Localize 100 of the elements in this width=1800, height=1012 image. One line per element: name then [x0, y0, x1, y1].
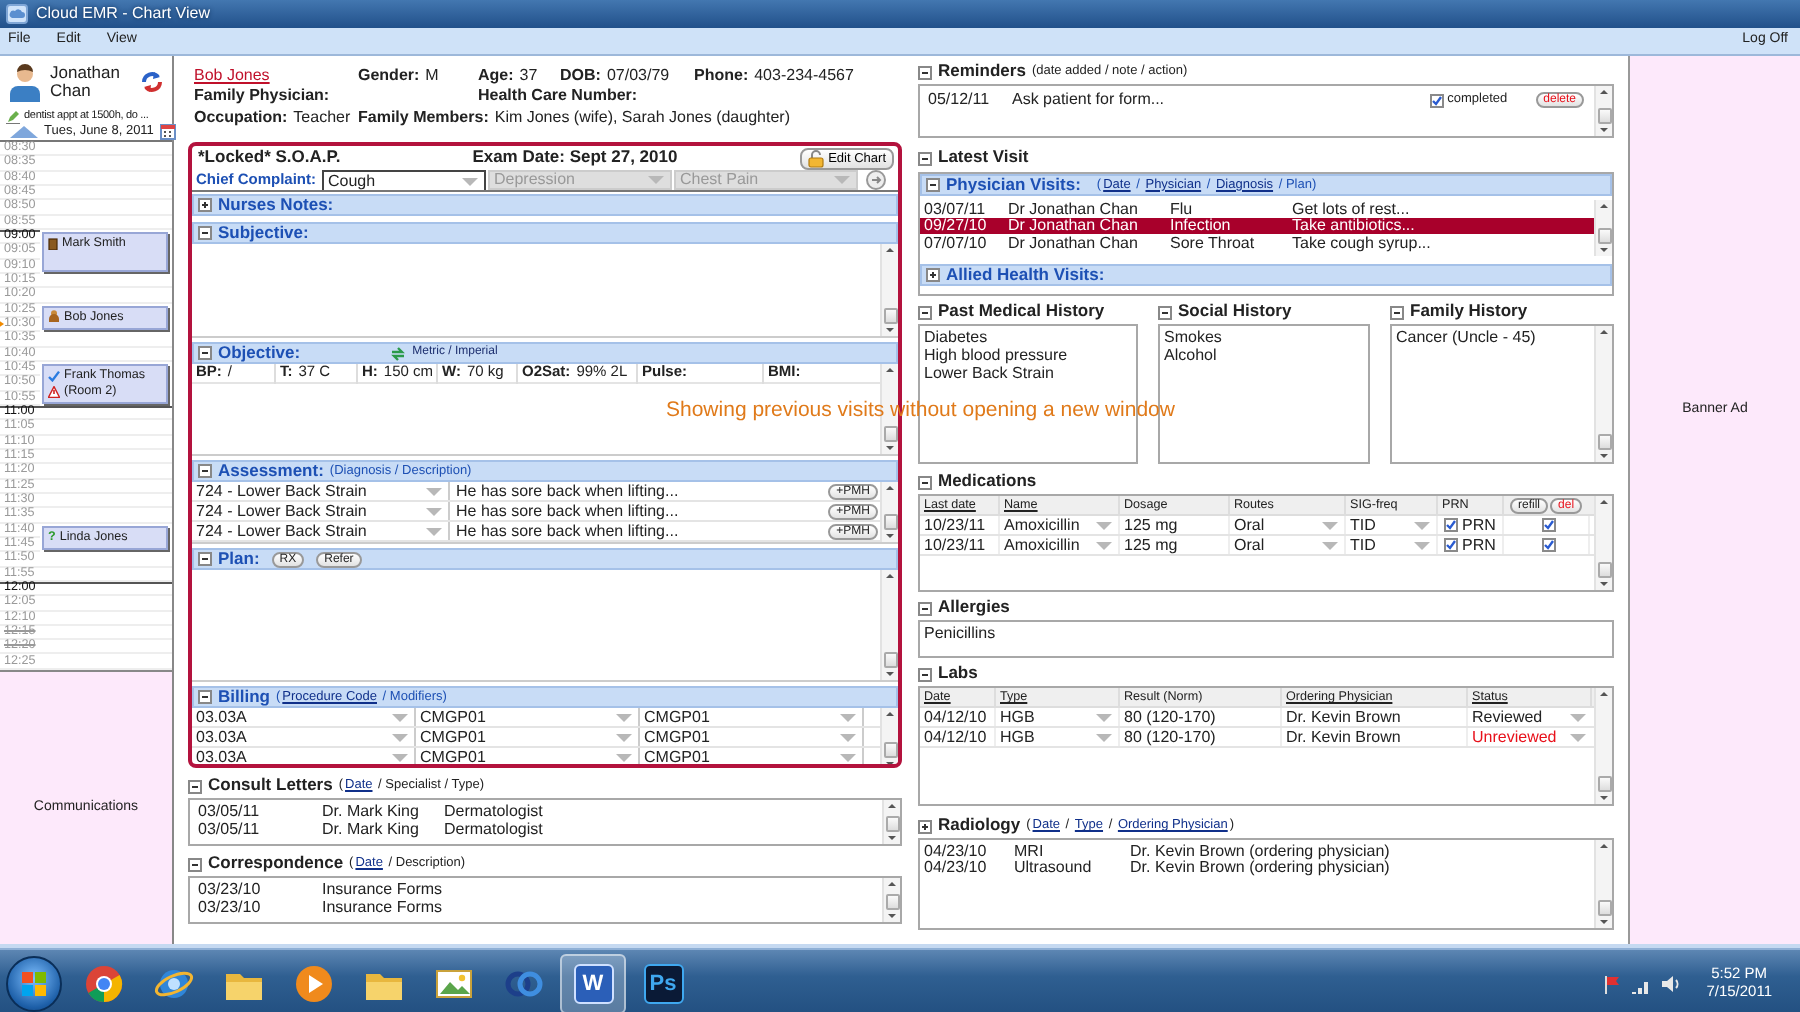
collapse-icon[interactable] — [918, 667, 932, 681]
dropdown[interactable]: Oral — [1230, 536, 1346, 554]
table-cell-text: Insurance Forms — [320, 879, 445, 899]
dropdown[interactable]: CMGP01 — [640, 748, 864, 764]
dropdown[interactable]: HGB — [996, 708, 1120, 726]
start-button[interactable] — [6, 955, 62, 1011]
table-cell-text: 03/05/11 — [196, 801, 262, 821]
dropdown[interactable]: CMGP01 — [416, 748, 640, 764]
scrollbar[interactable] — [1594, 840, 1612, 928]
scrollbar[interactable] — [880, 244, 898, 336]
expand-icon[interactable] — [926, 268, 940, 282]
scrollbar[interactable] — [880, 570, 898, 680]
dropdown[interactable]: Unreviewed — [1468, 728, 1592, 746]
volume-icon[interactable] — [1660, 973, 1683, 993]
table-cell-text: Dr. Mark King — [320, 801, 421, 821]
dropdown[interactable]: 03.03A — [192, 708, 416, 726]
table-cell-text: Dr. Mark King — [320, 819, 421, 839]
visit-row[interactable]: 09/27/10 Dr Jonathan Chan Infection Take antibiotics... — [920, 217, 1594, 234]
calendar-icon[interactable] — [159, 124, 176, 140]
scrollbar[interactable] — [882, 800, 900, 844]
collapse-icon[interactable] — [188, 779, 202, 793]
scrollbar[interactable] — [1594, 496, 1612, 590]
allergy-item: Penicillins — [922, 624, 998, 643]
checkbox[interactable] — [1541, 538, 1555, 552]
dropdown[interactable]: 724 - Lower Back Strain — [192, 502, 448, 520]
dropdown[interactable]: CMGP01 — [416, 728, 640, 746]
dropdown[interactable]: 724 - Lower Back Strain — [192, 522, 448, 540]
collapse-icon[interactable] — [926, 178, 940, 192]
soap-title: *Locked* S.O.A.P. — [198, 148, 341, 168]
table-cell: Dr. Kevin Brown — [1282, 708, 1468, 726]
flag-icon[interactable] — [1602, 973, 1623, 993]
collapse-icon[interactable] — [918, 601, 932, 615]
table-cell-text: Dr Jonathan Chan — [1006, 233, 1140, 252]
dropdown[interactable]: HGB — [996, 728, 1120, 746]
dropdown[interactable]: Cough — [322, 170, 486, 190]
section-title: Reminders — [938, 62, 1026, 82]
taskbar-button[interactable]: Ps — [630, 953, 696, 1012]
dropdown[interactable]: Oral — [1230, 516, 1346, 534]
expand-icon[interactable] — [198, 198, 212, 212]
table-cell: 10/23/11 — [920, 516, 1000, 534]
exam-date: Exam Date: Sept 27, 2010 — [472, 148, 678, 168]
collapse-icon[interactable] — [198, 552, 212, 566]
table-cell-text: Sore Throat — [1168, 233, 1257, 252]
patient-field: Gender: M — [358, 65, 478, 84]
checkbox[interactable] — [1429, 93, 1444, 107]
collapse-icon[interactable] — [918, 475, 932, 489]
next-button[interactable] — [866, 170, 886, 190]
dropdown[interactable]: CMGP01 — [416, 708, 640, 726]
sync-icon[interactable] — [140, 70, 164, 94]
patient-name[interactable]: Bob Jones — [194, 65, 358, 84]
collapse-icon[interactable] — [918, 151, 932, 165]
expand-icon[interactable] — [918, 819, 932, 833]
scrollbar[interactable] — [880, 482, 898, 542]
section-title: Family History — [1410, 302, 1528, 322]
checkbox[interactable] — [1444, 538, 1458, 552]
collapse-icon[interactable] — [1390, 305, 1404, 319]
checkbox[interactable] — [1541, 518, 1555, 532]
scrollbar[interactable] — [1594, 688, 1612, 804]
taskbar-button[interactable]: W — [560, 953, 626, 1012]
dropdown[interactable]: Reviewed — [1468, 708, 1592, 726]
scrollbar[interactable] — [1594, 326, 1612, 462]
dropdown[interactable]: 724 - Lower Back Strain — [192, 482, 448, 500]
scrollbar[interactable] — [1594, 86, 1612, 136]
visit-row[interactable]: 03/07/11 Dr Jonathan Chan Flu Get lots of rest... — [920, 200, 1594, 217]
table-cell-text: 05/12/11 — [926, 90, 992, 110]
section-title: Latest Visit — [938, 148, 1029, 168]
collapse-icon[interactable] — [1158, 305, 1172, 319]
scrollbar[interactable] — [880, 708, 898, 764]
dropdown[interactable]: TID — [1346, 536, 1438, 554]
table-cell: 125 mg — [1120, 536, 1230, 554]
scrollbar[interactable] — [1594, 200, 1612, 256]
section-title: Plan: — [218, 549, 260, 569]
dropdown[interactable]: 03.03A — [192, 728, 416, 746]
checkbox[interactable] — [1444, 518, 1458, 532]
collapse-icon[interactable] — [918, 305, 932, 319]
table-cell-text: 04/23/10 — [922, 858, 989, 874]
dropdown[interactable]: Amoxicillin — [1000, 516, 1120, 534]
dropdown[interactable]: CMGP01 — [640, 708, 864, 726]
history-item: Diabetes — [922, 328, 990, 347]
section-title: Allergies — [938, 598, 1010, 618]
dropdown[interactable]: CMGP01 — [640, 728, 864, 746]
lock-icon — [808, 149, 825, 167]
collapse-icon[interactable] — [198, 346, 212, 360]
table-cell-text: Dr. Kevin Brown (ordering physician) — [1128, 842, 1392, 858]
table-cell-text: Dermatologist — [442, 801, 545, 821]
section-title: Medications — [938, 472, 1037, 492]
collapse-icon[interactable] — [198, 690, 212, 704]
collapse-icon[interactable] — [188, 857, 202, 871]
patient-field: Family Physician: — [194, 86, 478, 105]
table-cell-text: 09/27/10 — [922, 216, 989, 235]
scrollbar[interactable] — [882, 878, 900, 922]
collapse-icon[interactable] — [918, 65, 932, 79]
dropdown[interactable]: TID — [1346, 516, 1438, 534]
collapse-icon[interactable] — [198, 226, 212, 240]
visit-row[interactable]: 07/07/10 Dr Jonathan Chan Sore Throat Take cough syrup... — [920, 234, 1594, 251]
dropdown[interactable]: Amoxicillin — [1000, 536, 1120, 554]
caret-icon — [834, 176, 850, 184]
collapse-icon[interactable] — [198, 464, 212, 478]
dropdown[interactable]: 03.03A — [192, 748, 416, 764]
table-cell-text: Dermatologist — [442, 819, 545, 839]
